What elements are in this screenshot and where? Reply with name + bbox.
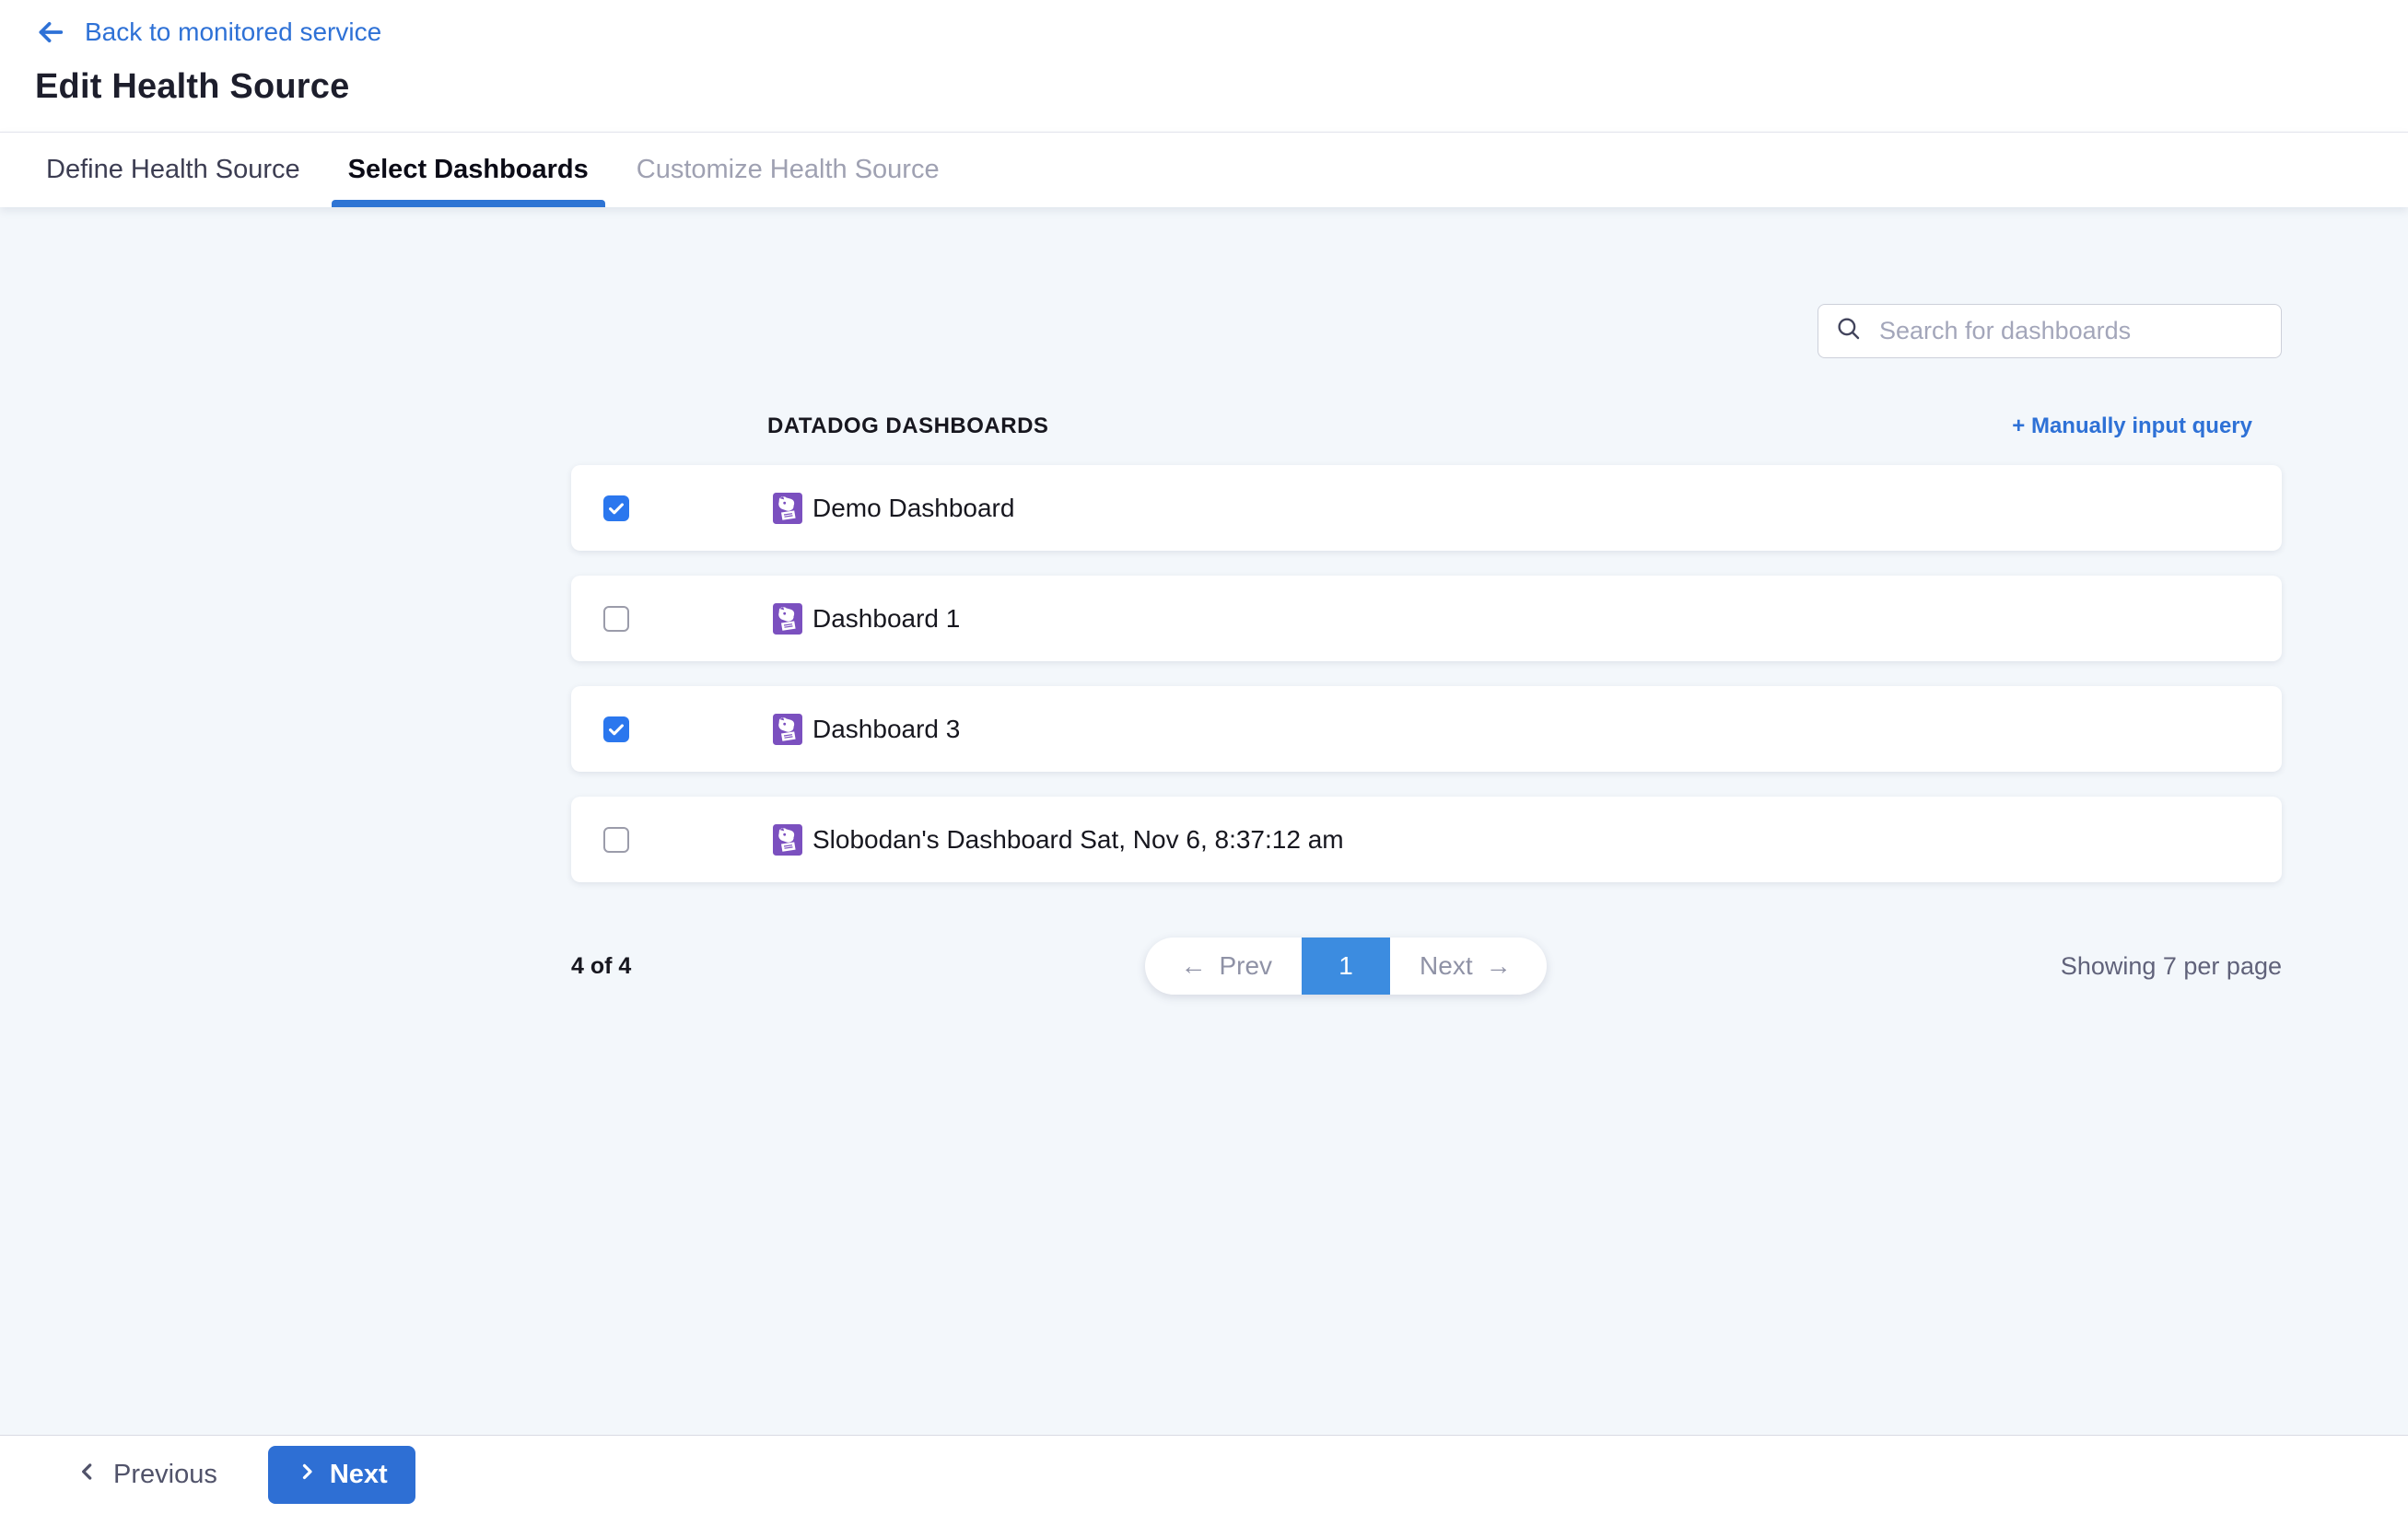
chevron-right-icon: [296, 1460, 318, 1490]
per-page-label: Showing 7 per page: [2061, 952, 2282, 981]
search-input[interactable]: [1877, 316, 2264, 346]
dashboard-row: Dashboard 3: [571, 686, 2282, 772]
list-header-row: DATADOG DASHBOARDS + Manually input quer…: [571, 413, 2282, 439]
tab-bar: Define Health Source Select Dashboards C…: [0, 132, 2408, 207]
page-header: Back to monitored service Edit Health So…: [0, 0, 2408, 132]
dashboard-name: Slobodan's Dashboard Sat, Nov 6, 8:37:12…: [812, 825, 1344, 855]
tab-customize-health-source: Customize Health Source: [620, 133, 956, 207]
dashboard-list: Demo Dashboard Dashboard 1: [571, 465, 2282, 882]
arrow-right-icon: →: [1486, 951, 1512, 981]
result-count: 4 of 4: [571, 953, 631, 980]
arrow-left-icon: [35, 17, 66, 48]
dashboard-name: Dashboard 3: [812, 715, 960, 744]
previous-button[interactable]: Previous: [76, 1460, 217, 1491]
datadog-icon: [773, 603, 802, 635]
tab-define-health-source[interactable]: Define Health Source: [29, 133, 317, 207]
column-header-datadog-dashboards: DATADOG DASHBOARDS: [767, 413, 1048, 439]
page-title: Edit Health Source: [35, 67, 2408, 107]
chevron-left-icon: [76, 1460, 99, 1491]
datadog-icon: [773, 493, 802, 524]
tab-label: Define Health Source: [46, 155, 300, 185]
tab-label: Customize Health Source: [637, 155, 940, 185]
pager-next-label: Next: [1420, 951, 1473, 981]
dashboard-checkbox[interactable]: [603, 716, 629, 742]
next-button[interactable]: Next: [268, 1446, 415, 1504]
dashboard-name: Dashboard 1: [812, 604, 960, 634]
pager: ← Prev 1 Next →: [1145, 938, 1546, 995]
dashboard-checkbox[interactable]: [603, 606, 629, 632]
search-row: [571, 207, 2282, 358]
pager-page-1[interactable]: 1: [1302, 938, 1390, 995]
datadog-icon: [773, 824, 802, 856]
back-to-monitored-service-link[interactable]: Back to monitored service: [35, 17, 381, 48]
main-content: DATADOG DASHBOARDS + Manually input quer…: [0, 207, 2408, 1435]
dashboard-checkbox[interactable]: [603, 827, 629, 853]
tab-select-dashboards[interactable]: Select Dashboards: [332, 133, 605, 207]
arrow-left-icon: ←: [1180, 951, 1206, 981]
pager-prev-label: Prev: [1219, 951, 1272, 981]
search-icon: [1835, 315, 1863, 347]
dashboard-row: Slobodan's Dashboard Sat, Nov 6, 8:37:12…: [571, 797, 2282, 882]
next-button-label: Next: [330, 1460, 388, 1490]
previous-button-label: Previous: [113, 1460, 217, 1490]
manually-input-query-link[interactable]: + Manually input query: [2012, 413, 2252, 439]
dashboard-search-box: [1818, 304, 2282, 358]
datadog-icon: [773, 714, 802, 745]
tab-label: Select Dashboards: [348, 155, 589, 185]
dashboard-row: Demo Dashboard: [571, 465, 2282, 551]
pager-next-button[interactable]: Next →: [1390, 938, 1547, 995]
wizard-footer: Previous Next: [0, 1435, 2408, 1514]
back-link-label: Back to monitored service: [85, 17, 381, 47]
pagination-row: 4 of 4 ← Prev 1 Next → Showing 7 per pag…: [571, 938, 2282, 995]
dashboard-checkbox[interactable]: [603, 495, 629, 521]
dashboard-row: Dashboard 1: [571, 576, 2282, 661]
dashboard-name: Demo Dashboard: [812, 494, 1014, 523]
pager-prev-button[interactable]: ← Prev: [1145, 938, 1302, 995]
